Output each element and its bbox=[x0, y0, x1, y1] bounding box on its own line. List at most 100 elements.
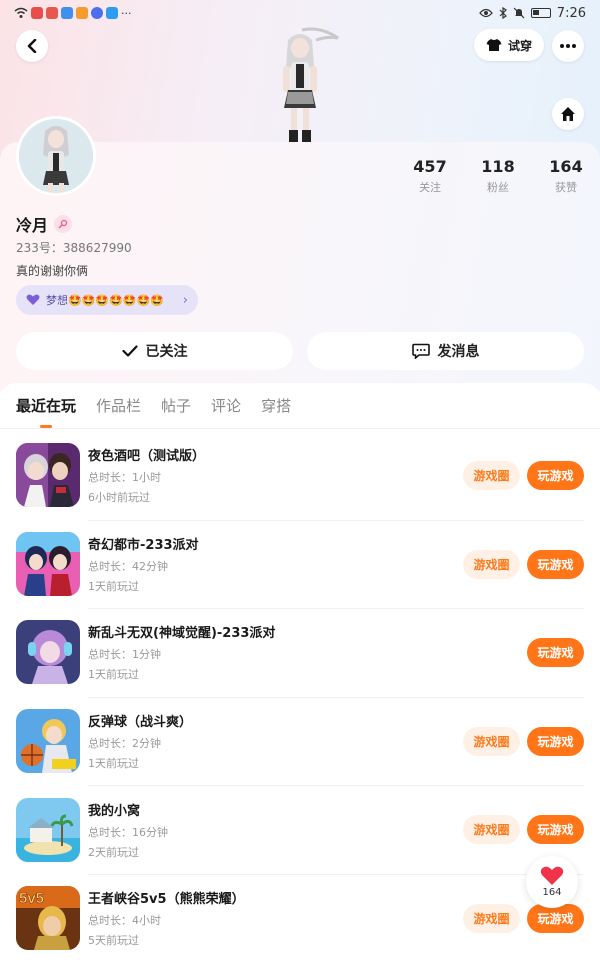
game-circle-button[interactable]: 游戏圈 bbox=[463, 903, 520, 933]
recently-played-list: 夜色酒吧（测试版） 总时长：1小时 6小时前玩过 游戏圈 玩游戏 奇幻都市-23… bbox=[0, 431, 600, 960]
game-last-played: 1天前玩过 bbox=[88, 579, 139, 593]
play-game-button[interactable]: 玩游戏 bbox=[527, 903, 584, 933]
status-bar: ··· 7:26 bbox=[0, 0, 600, 26]
try-on-button[interactable]: 试穿 bbox=[474, 29, 544, 61]
home-button[interactable] bbox=[552, 98, 584, 130]
app-notification-icon bbox=[61, 7, 73, 19]
eye-icon bbox=[478, 8, 493, 18]
game-duration: 总时长：1分钟 bbox=[88, 648, 161, 662]
tab-works[interactable]: 作品栏 bbox=[96, 395, 141, 416]
list-item[interactable]: 夜色酒吧（测试版） 总时长：1小时 6小时前玩过 游戏圈 玩游戏 bbox=[0, 431, 600, 520]
game-icon bbox=[16, 531, 80, 596]
game-title: 夜色酒吧（测试版） bbox=[88, 449, 206, 465]
game-duration: 总时长：2分钟 bbox=[88, 737, 161, 751]
stat-followers[interactable]: 118 粉丝 bbox=[464, 157, 532, 195]
play-game-button[interactable]: 玩游戏 bbox=[527, 638, 584, 668]
chevron-left-icon bbox=[27, 39, 37, 53]
app-notification-icon bbox=[31, 7, 43, 19]
profile-name-row: 冷月 bbox=[16, 212, 73, 236]
app-notification-icon bbox=[46, 7, 58, 19]
list-item[interactable]: 反弹球（战斗爽） 总时长：2分钟 1天前玩过 游戏圈 玩游戏 bbox=[0, 696, 600, 786]
tab-posts[interactable]: 帖子 bbox=[161, 395, 191, 416]
app-notification-icon bbox=[76, 7, 88, 19]
battery-icon bbox=[530, 8, 551, 18]
game-title: 奇幻都市-233派对 bbox=[88, 537, 199, 553]
like-float-button[interactable]: 164 bbox=[526, 856, 578, 908]
app-notification-icon bbox=[106, 7, 118, 19]
list-item[interactable]: 奇幻都市-233派对 总时长：42分钟 1天前玩过 游戏圈 玩游戏 bbox=[0, 519, 600, 609]
like-count: 164 bbox=[542, 887, 562, 898]
heart-icon bbox=[26, 294, 40, 305]
game-last-played: 6小时前玩过 bbox=[88, 491, 150, 505]
game-icon bbox=[16, 443, 80, 508]
avatar[interactable] bbox=[16, 116, 96, 196]
status-time: 7:26 bbox=[556, 5, 586, 21]
stat-following-value: 457 bbox=[413, 157, 447, 176]
game-icon bbox=[16, 797, 80, 862]
mute-icon bbox=[513, 7, 525, 19]
game-duration: 总时长：16分钟 bbox=[88, 825, 168, 839]
content-tabs: 最近在玩 作品栏 帖子 评论 穿搭 bbox=[0, 383, 600, 429]
stat-followers-value: 118 bbox=[481, 157, 515, 176]
game-circle-button[interactable]: 游戏圈 bbox=[463, 815, 520, 845]
list-item[interactable]: 5v5 王者峡谷5v5（熊熊荣耀） 总时长：4小时 5天前玩过 游戏圈 玩游戏 bbox=[0, 873, 600, 960]
stat-likes[interactable]: 164 获赞 bbox=[532, 157, 600, 195]
game-title: 新乱斗无双(神域觉醒)-233派对 bbox=[88, 626, 276, 642]
more-notifications-indicator: ··· bbox=[121, 6, 132, 20]
dream-tag[interactable]: 梦想🤩🤩🤩🤩🤩🤩🤩 › bbox=[16, 285, 198, 315]
tabs-divider bbox=[0, 428, 600, 429]
back-button[interactable] bbox=[16, 30, 48, 62]
heart-icon bbox=[540, 866, 564, 885]
send-message-button[interactable]: 发消息 bbox=[307, 332, 584, 370]
game-last-played: 2天前玩过 bbox=[88, 845, 139, 859]
game-duration: 总时长：42分钟 bbox=[88, 559, 168, 573]
game-title: 王者峡谷5v5（熊熊荣耀） bbox=[88, 892, 245, 908]
stat-likes-label: 获赞 bbox=[555, 181, 577, 194]
game-circle-button[interactable]: 游戏圈 bbox=[463, 461, 520, 490]
game-icon bbox=[16, 709, 80, 774]
stat-following-label: 关注 bbox=[419, 181, 441, 194]
followed-button[interactable]: 已关注 bbox=[16, 332, 293, 370]
stat-following[interactable]: 457 关注 bbox=[396, 157, 464, 195]
message-icon bbox=[411, 343, 430, 359]
game-icon: 5v5 bbox=[16, 886, 80, 951]
game-circle-button[interactable]: 游戏圈 bbox=[463, 549, 520, 579]
shirt-icon bbox=[486, 39, 502, 51]
profile-bio: 真的谢谢你俩 bbox=[16, 264, 89, 278]
stat-likes-value: 164 bbox=[549, 157, 583, 176]
chevron-right-icon: › bbox=[182, 292, 188, 308]
game-duration: 总时长：4小时 bbox=[88, 914, 161, 928]
game-last-played: 1天前玩过 bbox=[88, 668, 139, 682]
list-item[interactable]: 我的小窝 总时长：16分钟 2天前玩过 游戏圈 玩游戏 bbox=[0, 785, 600, 874]
profile-name: 冷月 bbox=[16, 216, 49, 235]
play-game-button[interactable]: 玩游戏 bbox=[527, 726, 584, 756]
home-icon bbox=[561, 107, 575, 121]
more-options-button[interactable] bbox=[552, 30, 584, 62]
try-on-label: 试穿 bbox=[507, 38, 532, 53]
profile-uid: 233号：388627990 bbox=[16, 241, 132, 255]
more-horizontal-icon bbox=[560, 44, 576, 48]
game-title: 反弹球（战斗爽） bbox=[88, 715, 193, 731]
avatar-character-figure bbox=[283, 27, 339, 142]
tab-outfits[interactable]: 穿搭 bbox=[261, 395, 291, 416]
play-game-button[interactable]: 玩游戏 bbox=[527, 815, 584, 845]
check-icon bbox=[121, 345, 138, 357]
send-message-label: 发消息 bbox=[437, 344, 480, 360]
game-last-played: 5天前玩过 bbox=[88, 934, 139, 948]
profile-stats: 457 关注 118 粉丝 164 获赞 bbox=[396, 157, 600, 195]
game-duration: 总时长：1小时 bbox=[88, 471, 161, 485]
tab-comments[interactable]: 评论 bbox=[211, 395, 241, 416]
game-title: 我的小窝 bbox=[88, 803, 141, 819]
followed-label: 已关注 bbox=[145, 344, 188, 360]
avatar-figure-image bbox=[19, 119, 93, 193]
tab-recently-played[interactable]: 最近在玩 bbox=[16, 395, 76, 428]
wifi-icon bbox=[14, 7, 28, 18]
svg-text:5v5: 5v5 bbox=[19, 890, 44, 907]
bluetooth-icon bbox=[499, 7, 507, 19]
female-gender-icon bbox=[54, 215, 73, 233]
status-notification-icons: ··· bbox=[14, 7, 132, 20]
play-game-button[interactable]: 玩游戏 bbox=[527, 549, 584, 579]
game-circle-button[interactable]: 游戏圈 bbox=[463, 726, 520, 756]
play-game-button[interactable]: 玩游戏 bbox=[527, 461, 584, 490]
list-item[interactable]: 新乱斗无双(神域觉醒)-233派对 总时长：1分钟 1天前玩过 玩游戏 bbox=[0, 608, 600, 697]
